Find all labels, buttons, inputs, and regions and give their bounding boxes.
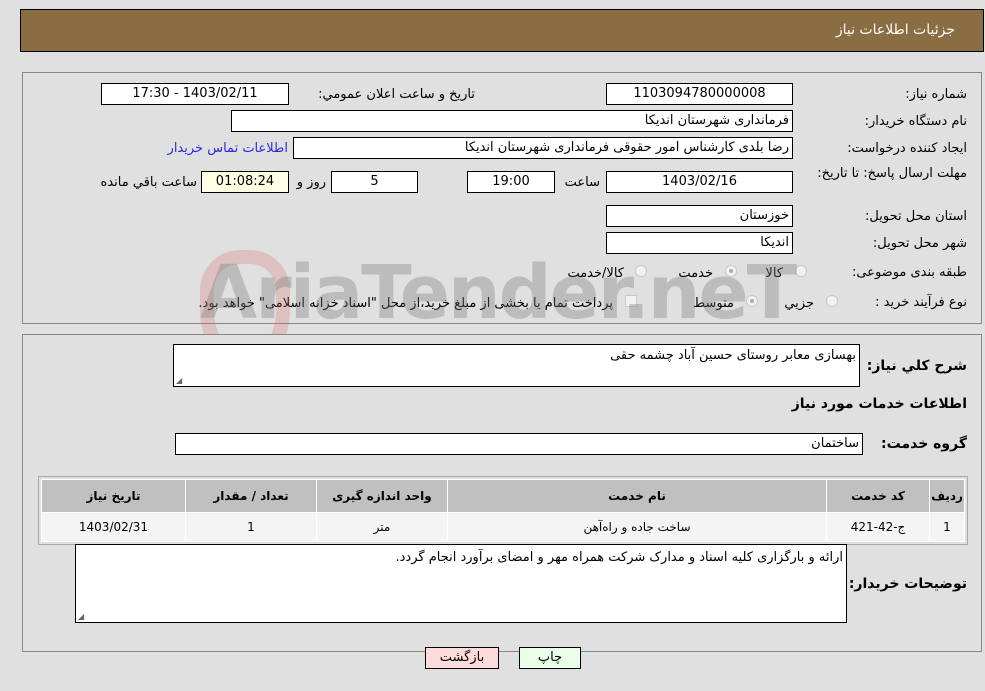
announce-label: تاریخ و ساعت اعلان عمومي: [318, 87, 475, 102]
cell-row-number: 1 [929, 512, 965, 542]
print-button[interactable]: چاپ [519, 647, 581, 669]
process-option-medium: متوسط [693, 296, 734, 311]
col-service-name: نام خدمت [447, 479, 827, 513]
services-section-title: اطلاعات خدمات مورد نیاز [791, 396, 967, 412]
buyer-org-label: نام دستگاه خریدار: [864, 114, 967, 129]
category-label: طبقه بندی موضوعی: [851, 265, 967, 280]
deadline-label: مهلت ارسال پاسخ: تا تاریخ: [817, 166, 967, 181]
table-row: 1 ج-42-421 ساخت جاده و راه‌آهن متر 1 140… [41, 512, 965, 542]
province-label: استان محل تحویل: [865, 209, 967, 224]
page-header: جزئیات اطلاعات نیاز [20, 9, 984, 52]
page-title: جزئیات اطلاعات نیاز [835, 22, 955, 38]
cell-service-code: ج-42-421 [826, 512, 930, 542]
process-radio-medium[interactable] [746, 295, 758, 307]
services-table-container: ردیف کد خدمت نام خدمت واحد اندازه گیری ت… [38, 476, 968, 545]
back-button[interactable]: بازگشت [425, 647, 499, 669]
buyer-contact-link[interactable]: اطلاعات تماس خریدار [168, 141, 288, 156]
buyer-notes-textarea[interactable]: ارائه و بارگزاری کلیه اسناد و مدارک شرکت… [75, 544, 847, 623]
remaining-time-field[interactable]: 01:08:24 [201, 171, 289, 193]
cell-service-name: ساخت جاده و راه‌آهن [447, 512, 827, 542]
deadline-time-label: ساعت [564, 175, 600, 190]
table-header-row: ردیف کد خدمت نام خدمت واحد اندازه گیری ت… [41, 479, 965, 513]
cell-unit: متر [316, 512, 448, 542]
days-remaining-field[interactable]: 5 [331, 171, 418, 193]
need-number-field[interactable]: 1103094780000008 [606, 83, 793, 105]
cell-need-date: 1403/02/31 [41, 512, 186, 542]
summary-textarea[interactable]: بهسازی معابر روستای حسین آباد چشمه حقی ◢ [173, 344, 860, 387]
category-radio-service[interactable] [725, 265, 737, 277]
treasury-checkbox[interactable] [625, 295, 637, 307]
process-option-minor: جزيي [784, 296, 814, 311]
summary-label: شرح کلي نیاز: [866, 358, 967, 374]
summary-text: بهسازی معابر روستای حسین آباد چشمه حقی [610, 348, 856, 363]
process-radio-minor[interactable] [826, 295, 838, 307]
resize-handle-icon[interactable]: ◢ [78, 612, 84, 621]
col-quantity: تعداد / مقدار [185, 479, 317, 513]
deadline-date-field[interactable]: 1403/02/16 [606, 171, 793, 193]
buyer-notes-text: ارائه و بارگزاری کلیه اسناد و مدارک شرکت… [395, 550, 843, 565]
resize-handle-icon[interactable]: ◢ [176, 376, 182, 385]
buyer-notes-label: توضیحات خریدار: [848, 576, 967, 592]
city-field[interactable]: اندیکا [606, 232, 793, 254]
announce-datetime-field[interactable]: 1403/02/11 - 17:30 [101, 83, 289, 105]
category-option-service: خدمت [678, 266, 713, 281]
services-table: ردیف کد خدمت نام خدمت واحد اندازه گیری ت… [41, 479, 965, 542]
cell-quantity: 1 [185, 512, 317, 542]
category-option-goods: کالا [765, 266, 783, 281]
category-radio-goods[interactable] [795, 265, 807, 277]
province-field[interactable]: خوزستان [606, 205, 793, 227]
category-option-goods-service: کالا/خدمت [567, 266, 624, 281]
remaining-time-label: ساعت باقي مانده [100, 175, 197, 190]
col-row-number: ردیف [929, 479, 965, 513]
col-unit: واحد اندازه گیری [316, 479, 448, 513]
creator-label: ایجاد کننده درخواست: [847, 141, 967, 156]
creator-field[interactable]: رضا بلدی کارشناس امور حقوقی فرمانداری شه… [293, 137, 793, 159]
city-label: شهر محل تحویل: [872, 236, 967, 251]
days-label: روز و [296, 175, 326, 190]
need-number-label: شماره نیاز: [905, 87, 967, 102]
process-type-label: نوع فرآیند خرید : [875, 295, 967, 310]
col-service-code: کد خدمت [826, 479, 930, 513]
buyer-org-field[interactable]: فرمانداری شهرستان اندیکا [231, 110, 793, 132]
service-group-field[interactable]: ساختمان [175, 433, 863, 455]
service-group-label: گروه خدمت: [881, 436, 967, 452]
deadline-time-field[interactable]: 19:00 [467, 171, 555, 193]
col-need-date: تاریخ نیاز [41, 479, 186, 513]
category-radio-goods-service[interactable] [635, 265, 647, 277]
treasury-note: پرداخت تمام یا بخشی از مبلغ خرید،از محل … [198, 296, 613, 311]
